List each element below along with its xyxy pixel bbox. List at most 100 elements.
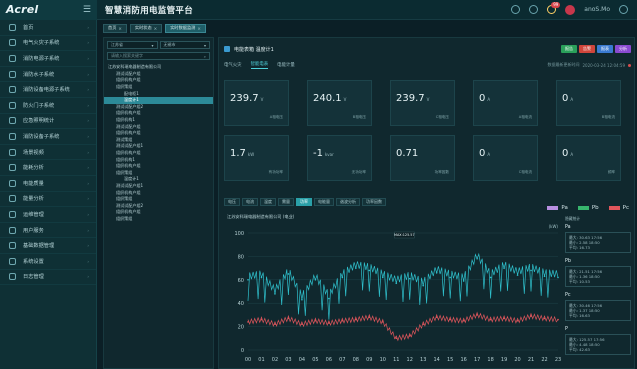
sidebar-item[interactable]: 电气火灾子系统 › [0, 36, 96, 52]
tree-node-label: 测试试配户组 [116, 123, 141, 129]
sidebar-item[interactable]: 防火门子系统 › [0, 98, 96, 114]
device-action-button[interactable]: 报告 [561, 45, 577, 53]
y-tick-label: 0 [241, 348, 244, 354]
x-tick-label: 08 [353, 357, 359, 363]
metric-unit: A [487, 152, 491, 157]
page-tab[interactable]: 实时数据监测 × [165, 23, 206, 33]
tree-node[interactable]: 组织策组 [104, 216, 213, 223]
data-point [462, 280, 465, 282]
x-tick-label: 14 [434, 357, 440, 363]
sidebar-item[interactable]: 应急照明统计 › [0, 114, 96, 130]
tree-node[interactable]: 温度计1 [104, 96, 213, 104]
tree-node[interactable]: 温度计1 [104, 176, 213, 183]
chart-tab[interactable]: 温度 [260, 198, 276, 206]
province-select[interactable]: 江苏省 ▾ [107, 41, 158, 49]
legend-item[interactable]: Pa [547, 205, 568, 211]
close-icon[interactable]: × [118, 26, 122, 31]
tree-node[interactable]: 测试试配户组 [104, 123, 213, 130]
user-name[interactable]: anoS.Mo [584, 6, 610, 13]
data-point [395, 337, 398, 340]
tree-node[interactable]: 组织机构户组 [104, 189, 213, 196]
tree-node[interactable]: 组织机构户组 [104, 163, 213, 170]
x-tick-label: 03 [285, 357, 291, 363]
page-tab[interactable]: 实时状态 × [129, 23, 163, 33]
bell-icon[interactable]: 99 [547, 2, 561, 14]
sidebar-item[interactable]: 运维管理 › [0, 207, 96, 223]
chart-tab[interactable]: 电能量 [314, 198, 334, 206]
device-subtab[interactable]: 智能电表 [250, 61, 269, 69]
chart-tab[interactable]: 功率因数 [362, 198, 386, 206]
page-tab[interactable]: 首页 × [103, 23, 127, 33]
tree-node[interactable]: 组织策组 [104, 84, 213, 91]
device-action-button[interactable]: 分析 [615, 45, 631, 53]
sidebar-item[interactable]: 首页 › [0, 20, 96, 36]
tree-node-label: 组织策组 [116, 169, 133, 175]
sidebar-item[interactable]: 消防设备电源子系统 › [0, 82, 96, 98]
sidebar-item[interactable]: 用户服务 › [0, 223, 96, 239]
tree-node[interactable]: 组织策组 [104, 196, 213, 203]
chevron-right-icon: › [87, 133, 89, 139]
tree-node[interactable]: 组织机构1 [104, 156, 213, 163]
device-header: 电能表箱 温度计1 报告 告警 报表 分析 [224, 43, 631, 55]
sidebar-item[interactable]: 消防水子系统 › [0, 67, 96, 83]
tree-search-input[interactable]: 请输入搜索关键字 ⌕ [107, 52, 210, 60]
stats-toggle[interactable]: 隐藏统计 [565, 216, 631, 222]
chart-tab[interactable]: 电流 [242, 198, 258, 206]
sidebar-item[interactable]: 基础数据管理 › [0, 238, 96, 254]
tree-node[interactable]: 组织策组 [104, 170, 213, 177]
page-tab-label: 实时数据监测 [170, 25, 196, 30]
sidebar-item[interactable]: 消防电源子系统 › [0, 51, 96, 67]
tree-node[interactable]: 江苏安科瑞电器制造有限公司 [104, 64, 213, 71]
data-point [368, 316, 371, 319]
power-icon[interactable] [619, 5, 628, 14]
legend-label: Pb [591, 205, 599, 211]
avatar[interactable] [565, 4, 576, 15]
x-tick-label: 12 [407, 357, 413, 363]
chart-tab[interactable]: 需量 [278, 198, 294, 206]
menu-icon [9, 242, 16, 250]
chevron-down-icon: ▾ [203, 42, 206, 48]
device-action-button[interactable]: 告警 [579, 45, 595, 53]
menu-toggle-icon[interactable]: ☰ [83, 5, 91, 15]
tree-node[interactable]: 测试试配户组1 [104, 143, 213, 150]
search-icon[interactable] [511, 5, 521, 14]
close-icon[interactable]: × [197, 26, 201, 31]
stats-panel: 隐藏统计 Pa 最大: 30.63 17:56 最小: 2.58 18:50 平均: 1… [565, 216, 631, 366]
chart-tab[interactable]: 谐波分析 [336, 198, 360, 206]
chart-tab[interactable]: 功率 [296, 198, 312, 206]
settings-icon[interactable] [529, 5, 539, 14]
city-select[interactable]: 无锡市 ▾ [159, 41, 210, 49]
legend-item[interactable]: Pb [577, 205, 599, 211]
sidebar-item[interactable]: 场景视频 › [0, 145, 96, 161]
sidebar-item[interactable]: 消防设备子系统 › [0, 129, 96, 145]
sidebar-item[interactable]: 能量分析 › [0, 192, 96, 208]
sidebar-item[interactable]: 日志管理 › [0, 270, 96, 286]
legend-label: Pc [622, 205, 629, 211]
device-action-button[interactable]: 报表 [597, 45, 613, 53]
close-icon[interactable]: × [154, 26, 158, 31]
tree-node[interactable]: 组织机构户组 [104, 209, 213, 216]
data-point [489, 318, 492, 321]
device-action-label: 报告 [565, 46, 573, 51]
tree-node[interactable]: 组织机构1 [104, 117, 213, 124]
device-subtab[interactable]: 电能计量 [277, 62, 295, 68]
tree-node[interactable]: 组织机构户组 [104, 77, 213, 84]
tree-node[interactable]: 组织机构户组 [104, 130, 213, 137]
metric-label: 有功功率 [268, 170, 283, 174]
sidebar-item[interactable]: 系统设置 › [0, 254, 96, 270]
chevron-down-icon: ▾ [151, 42, 154, 48]
tree-node-label: 组织策组 [116, 196, 133, 202]
metric-unit: kvar [324, 152, 334, 157]
sidebar-item[interactable]: 电能质量 › [0, 176, 96, 192]
sidebar-item[interactable]: 能耗分析 › [0, 160, 96, 176]
data-point [274, 293, 276, 295]
menu-icon [9, 132, 16, 140]
tree-node[interactable]: 组织机构户组 [104, 110, 213, 117]
metric-value: 240.1 V [313, 93, 346, 104]
legend-item[interactable]: Pc [608, 205, 629, 211]
tree-node[interactable]: 组织机构户组 [104, 150, 213, 157]
tree-node[interactable]: 测试试配户组1 [104, 183, 213, 190]
tree-node[interactable]: 配电柜1 [104, 90, 213, 97]
chart-tab[interactable]: 电压 [224, 198, 240, 206]
device-subtab[interactable]: 电气火灾 [224, 62, 242, 68]
